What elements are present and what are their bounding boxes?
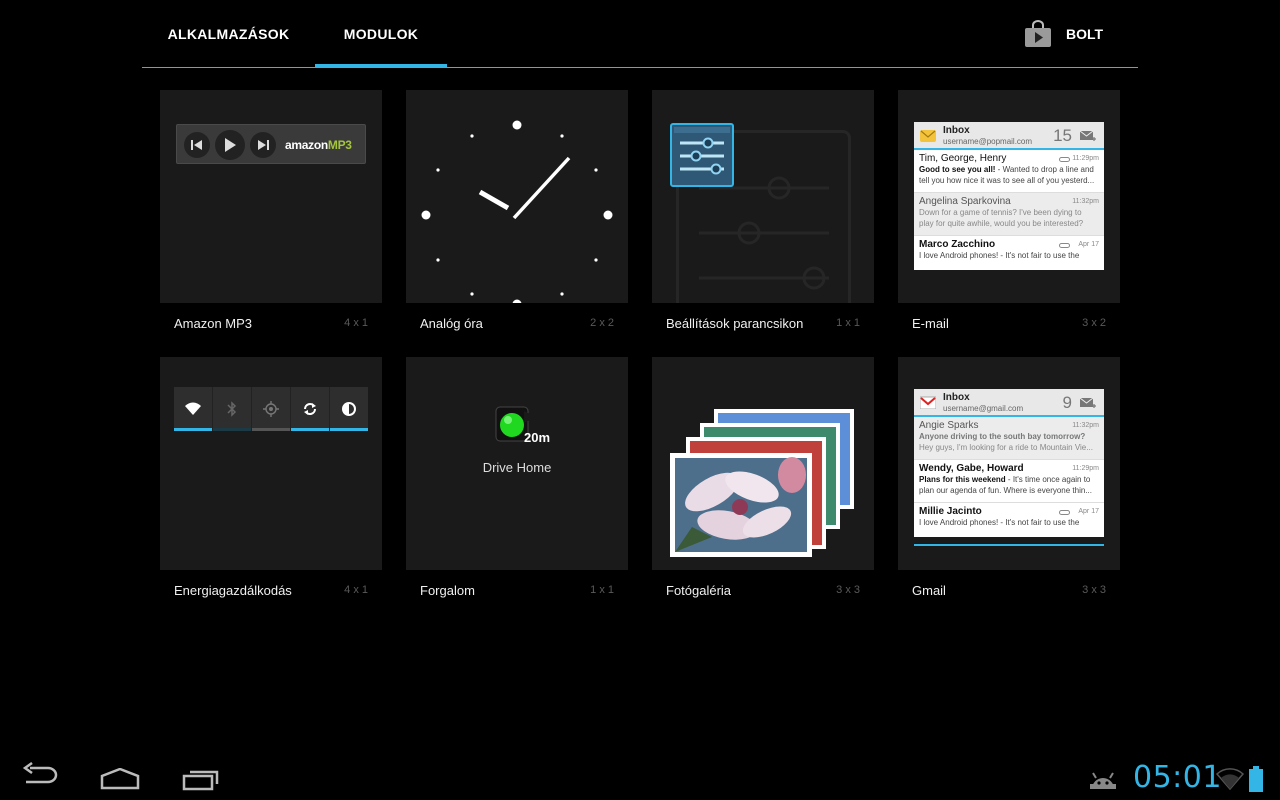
gmail-inbox-preview: Inbox username@gmail.com 9 Angie Sparks … — [914, 389, 1104, 546]
amazon-mp3-logo: amazonMP3 — [285, 138, 352, 152]
list-item: Millie Jacinto Apr 17 I love Android pho… — [914, 503, 1104, 546]
store-bag-icon — [1024, 19, 1052, 48]
widget-gmail[interactable]: Inbox username@gmail.com 9 Angie Sparks … — [898, 357, 1120, 610]
widget-traffic[interactable]: 20m Drive Home Forgalom 1 x 1 — [406, 357, 628, 610]
inbox-title: Inbox — [943, 392, 970, 403]
widget-preview[interactable]: 20m Drive Home — [406, 357, 628, 570]
widget-name: Gmail — [912, 583, 946, 598]
status-clock: 05:01 — [1133, 760, 1222, 795]
tab-bar: ALKALMAZÁSOK MODULOK BOLT — [142, 0, 1138, 68]
brightness-toggle-icon — [330, 387, 368, 431]
widget-preview[interactable] — [406, 90, 628, 303]
tab-apps[interactable]: ALKALMAZÁSOK — [142, 0, 315, 67]
widget-preview[interactable] — [652, 357, 874, 570]
widget-dimensions: 3 x 2 — [1082, 317, 1106, 329]
list-item: Wendy, Gabe, Howard 11:29pm Plans for th… — [914, 460, 1104, 503]
back-icon[interactable] — [22, 761, 60, 793]
unread-count: 9 — [1062, 393, 1072, 412]
email-app-icon — [920, 128, 936, 142]
widget-name: Beállítások parancsikon — [666, 316, 804, 331]
home-icon[interactable] — [100, 767, 140, 795]
gmail-app-icon — [919, 395, 937, 410]
unread-count: 15 — [1053, 126, 1072, 145]
next-track-icon — [250, 132, 276, 158]
widget-photo-gallery[interactable]: Fotógaléria 3 x 3 — [652, 357, 874, 610]
photo-stack-icon — [670, 409, 854, 557]
widget-name: Amazon MP3 — [174, 316, 253, 331]
account-address: username@popmail.com — [943, 137, 1033, 146]
widget-name: Analóg óra — [420, 316, 483, 331]
android-debug-icon — [1090, 770, 1116, 795]
widget-amazon-mp3[interactable]: amazonMP3 Amazon MP3 4 x 1 — [160, 90, 382, 343]
list-item: Angie Sparks 11:32pm Anyone driving to t… — [914, 417, 1104, 460]
widget-dimensions: 2 x 2 — [590, 317, 614, 329]
recent-apps-icon[interactable] — [182, 769, 220, 796]
widget-name: Fotógaléria — [666, 583, 732, 598]
widget-name: Energiagazdálkodás — [174, 583, 292, 598]
analog-clock-icon — [421, 120, 613, 303]
widget-dimensions: 1 x 1 — [590, 584, 614, 596]
gps-toggle-icon — [252, 387, 291, 431]
widget-dimensions: 4 x 1 — [344, 317, 368, 329]
bluetooth-toggle-icon — [213, 387, 252, 431]
email-inbox-preview: Inbox username@popmail.com 15 Tim, Georg… — [914, 122, 1104, 270]
system-bar: 05:01 — [0, 752, 1280, 800]
widget-preview[interactable]: Inbox username@gmail.com 9 Angie Sparks … — [898, 357, 1120, 570]
compose-icon — [1079, 397, 1096, 416]
widget-power-control[interactable]: Energiagazdálkodás 4 x 1 — [160, 357, 382, 610]
widget-analog-clock[interactable]: Analóg óra 2 x 2 — [406, 90, 628, 343]
store-label: BOLT — [1066, 25, 1104, 42]
list-item: Tim, George, Henry 11:29pm Good to see y… — [914, 150, 1104, 193]
widget-preview[interactable] — [160, 357, 382, 570]
widget-preview[interactable] — [652, 90, 874, 303]
wifi-toggle-icon — [174, 387, 213, 431]
battery-icon — [1249, 766, 1263, 797]
widget-dimensions: 3 x 3 — [1082, 584, 1106, 596]
widget-dimensions: 1 x 1 — [836, 317, 860, 329]
list-item: Angelina Sparkovina 11:32pm Down for a g… — [914, 193, 1104, 236]
tab-widgets[interactable]: MODULOK — [315, 0, 447, 68]
widget-settings-shortcut[interactable]: Beállítások parancsikon 1 x 1 — [652, 90, 874, 343]
widget-dimensions: 3 x 3 — [836, 584, 860, 596]
widget-email[interactable]: Inbox username@popmail.com 15 Tim, Georg… — [898, 90, 1120, 343]
traffic-destination: Drive Home — [482, 460, 552, 475]
widget-name: Forgalom — [420, 583, 475, 598]
travel-time: 20m — [524, 430, 551, 445]
list-item: Marco Zacchino Apr 17 I love Android pho… — [919, 239, 1099, 260]
sync-toggle-icon — [291, 387, 330, 431]
play-icon — [215, 130, 245, 160]
widget-preview[interactable]: Inbox username@popmail.com 15 Tim, Georg… — [898, 90, 1120, 303]
previous-track-icon — [184, 132, 210, 158]
inbox-title: Inbox — [943, 125, 970, 136]
compose-icon — [1079, 130, 1096, 149]
account-address: username@gmail.com — [943, 404, 1024, 413]
power-control-preview — [174, 387, 368, 431]
amazon-player-preview: amazonMP3 — [176, 124, 366, 164]
widget-dimensions: 4 x 1 — [344, 584, 368, 596]
widget-preview[interactable]: amazonMP3 — [160, 90, 382, 303]
settings-sliders-icon — [670, 123, 734, 192]
store-button[interactable]: BOLT — [1018, 0, 1138, 67]
wifi-icon — [1215, 768, 1245, 795]
widget-name: E-mail — [912, 316, 949, 331]
